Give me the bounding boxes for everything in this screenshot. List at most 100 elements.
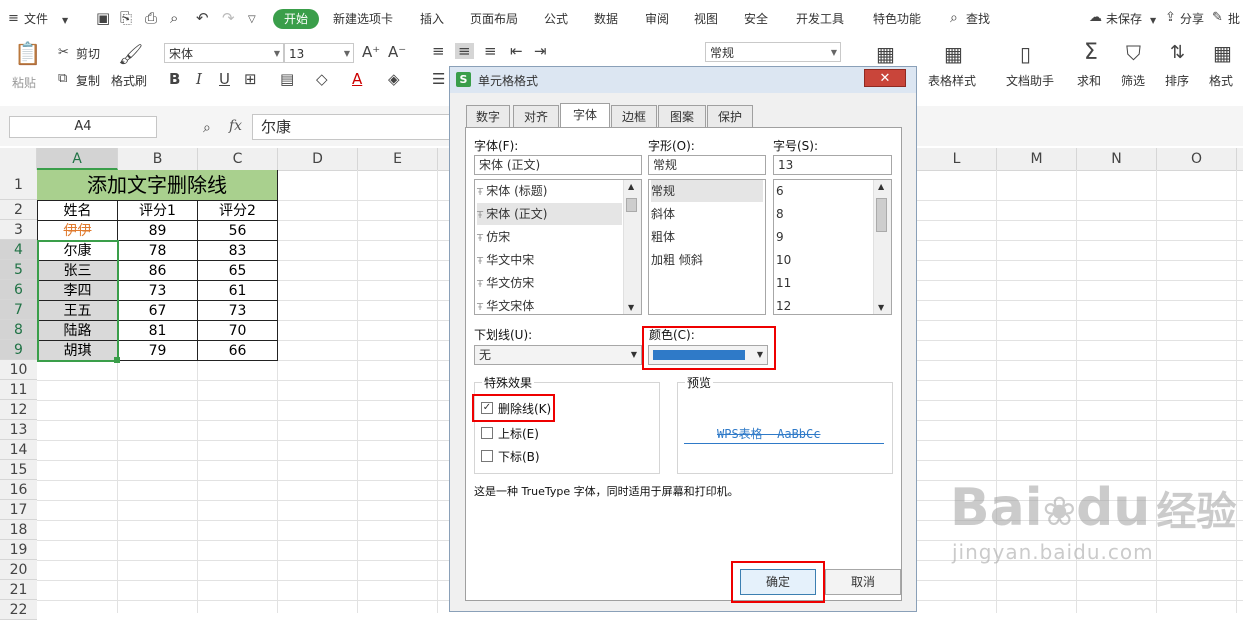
tab-font[interactable]: 字体 <box>560 103 610 128</box>
row-header[interactable]: 6 <box>0 280 37 300</box>
column-header-n[interactable]: N <box>1077 148 1157 170</box>
cell-score2[interactable]: 73 <box>198 301 278 321</box>
cell-score2[interactable]: 70 <box>198 321 278 341</box>
list-item[interactable]: 加粗 倾斜 <box>651 249 763 271</box>
search-label[interactable]: 查找 <box>966 10 990 27</box>
row-header[interactable]: 8 <box>0 320 37 340</box>
tab-page-layout[interactable]: 页面布局 <box>470 10 518 27</box>
doc-helper-icon[interactable]: ▯ <box>1020 44 1031 64</box>
row-header[interactable]: 18 <box>0 520 37 540</box>
column-header-c[interactable]: C <box>198 148 278 170</box>
share-icon[interactable]: ⇪ <box>1165 10 1176 26</box>
hamburger-icon[interactable]: ≡ <box>8 11 19 27</box>
list-item[interactable]: 粗体 <box>651 226 763 248</box>
subscript-label[interactable]: 下标(B) <box>498 448 540 465</box>
row-header[interactable]: 13 <box>0 420 37 440</box>
align-left-icon[interactable]: ☰ <box>432 71 445 87</box>
cell-score1[interactable]: 67 <box>118 301 198 321</box>
size-input[interactable]: 13 <box>773 155 892 175</box>
export-icon[interactable]: ⎘ <box>120 10 132 26</box>
copy-icon[interactable]: ⧉ <box>58 71 67 87</box>
column-header-a[interactable]: A <box>37 148 118 170</box>
superscript-label[interactable]: 上标(E) <box>498 425 539 442</box>
italic-icon[interactable]: I <box>196 71 202 87</box>
list-item[interactable]: 常规 <box>651 180 763 202</box>
formula-input[interactable]: 尔康 <box>252 114 452 140</box>
chevron-down-icon[interactable]: ▼ <box>1150 13 1156 29</box>
row-header[interactable]: 15 <box>0 460 37 480</box>
row-header[interactable]: 3 <box>0 220 37 240</box>
list-item[interactable]: 12 <box>776 295 872 314</box>
tab-formulas[interactable]: 公式 <box>544 10 568 27</box>
style-input[interactable]: 常规 <box>648 155 766 175</box>
row-header[interactable]: 11 <box>0 380 37 400</box>
select-all-corner[interactable] <box>0 148 37 170</box>
quick-access-more-icon[interactable]: ▽ <box>248 12 256 28</box>
column-header-e[interactable]: E <box>358 148 438 170</box>
column-header-d[interactable]: D <box>278 148 358 170</box>
scroll-thumb[interactable] <box>876 198 887 232</box>
subscript-checkbox[interactable] <box>481 450 493 462</box>
fill-handle[interactable] <box>114 357 120 363</box>
redo-icon[interactable]: ↷ <box>222 10 235 26</box>
close-icon[interactable]: ✕ <box>864 69 906 87</box>
tab-data[interactable]: 数据 <box>594 10 618 27</box>
font-name-combo[interactable]: 宋体 ▼ <box>164 43 284 63</box>
list-item[interactable]: Ŧ 宋体 (正文) <box>477 203 622 225</box>
print-icon[interactable]: ⎙ <box>145 10 157 26</box>
dialog-title-bar[interactable]: S 单元格格式 ✕ <box>450 67 916 93</box>
list-item[interactable]: 9 <box>776 226 872 248</box>
copy-button[interactable]: 复制 <box>76 72 100 89</box>
table-style-icon[interactable]: ▦ <box>944 44 963 64</box>
tab-special[interactable]: 特色功能 <box>873 10 921 27</box>
cut-button[interactable]: 剪切 <box>76 45 100 62</box>
tab-review[interactable]: 审阅 <box>645 10 669 27</box>
font-color-icon[interactable]: A <box>352 71 362 87</box>
sum-button[interactable]: 求和 <box>1077 72 1101 89</box>
scroll-thumb[interactable] <box>626 198 637 212</box>
list-item[interactable]: 斜体 <box>651 203 763 225</box>
tab-pattern[interactable]: 图案 <box>658 105 706 127</box>
row-header[interactable]: 17 <box>0 500 37 520</box>
cell-score2[interactable]: 56 <box>198 221 278 241</box>
selection-range[interactable] <box>37 240 119 362</box>
tab-protection[interactable]: 保护 <box>707 105 753 127</box>
row-header[interactable]: 12 <box>0 400 37 420</box>
font-list-scrollbar[interactable]: ▲ ▼ <box>623 180 641 314</box>
number-format-combo[interactable]: 常规 ▼ <box>705 42 841 62</box>
list-item[interactable]: Ŧ 华文中宋 <box>477 249 622 271</box>
tab-home[interactable]: 开始 <box>273 9 319 29</box>
cell-score1[interactable]: 79 <box>118 341 198 361</box>
list-item[interactable]: 11 <box>776 272 872 294</box>
table-style-button[interactable]: 表格样式 <box>928 72 976 89</box>
list-item[interactable]: Ŧ 宋体 (标题) <box>477 180 622 202</box>
row-header[interactable]: 2 <box>0 200 37 220</box>
annotate-button[interactable]: 批 <box>1228 10 1240 27</box>
share-button[interactable]: 分享 <box>1180 10 1204 27</box>
tab-insert[interactable]: 插入 <box>420 10 444 27</box>
row-header[interactable]: 10 <box>0 360 37 380</box>
column-header-b[interactable]: B <box>118 148 198 170</box>
list-item[interactable]: 10 <box>776 249 872 271</box>
menu-file[interactable]: 文件 <box>24 10 48 27</box>
conditional-format-icon[interactable]: ▦ <box>876 44 895 64</box>
font-input[interactable]: 宋体 (正文) <box>474 155 642 175</box>
cell-score1[interactable]: 81 <box>118 321 198 341</box>
paste-icon[interactable]: 📋 <box>14 44 41 66</box>
search-icon[interactable]: ⌕ <box>950 10 958 26</box>
font-size-combo[interactable]: 13 ▼ <box>284 43 354 63</box>
row-header[interactable]: 16 <box>0 480 37 500</box>
sort-button[interactable]: 排序 <box>1165 72 1189 89</box>
row-header[interactable]: 1 <box>0 170 37 200</box>
list-item[interactable]: 6 <box>776 180 872 202</box>
row-header[interactable]: 21 <box>0 580 37 600</box>
tab-security[interactable]: 安全 <box>744 10 768 27</box>
scroll-up-icon[interactable]: ▲ <box>628 182 634 191</box>
chevron-down-icon[interactable]: ▼ <box>62 13 68 29</box>
cell-score2[interactable]: 61 <box>198 281 278 301</box>
size-list-scrollbar[interactable]: ▲ ▼ <box>873 180 891 314</box>
scroll-up-icon[interactable]: ▲ <box>878 182 884 191</box>
fill-color-icon[interactable]: ◇ <box>316 71 328 87</box>
sum-icon[interactable]: Σ <box>1084 42 1098 64</box>
name-box[interactable]: A4 <box>9 116 157 138</box>
